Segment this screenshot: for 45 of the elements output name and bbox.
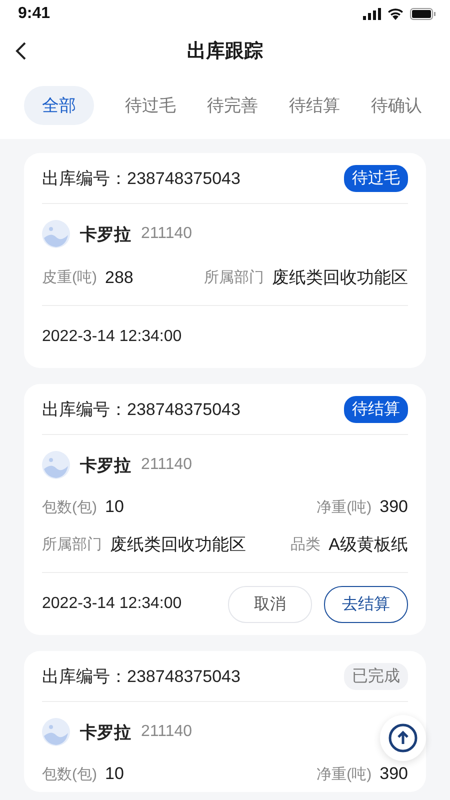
field-label: 所属部门 xyxy=(204,268,264,287)
field-label: 包数(包) xyxy=(42,764,97,784)
field-value: 废纸类回收功能区 xyxy=(272,267,408,289)
person-id: 211140 xyxy=(141,456,192,474)
person-name: 卡罗拉 xyxy=(80,224,131,246)
person-name: 卡罗拉 xyxy=(80,722,131,744)
status-badge: 已完成 xyxy=(344,662,408,690)
field-value: 废纸类回收功能区 xyxy=(110,534,246,556)
order-time: 2022-3-14 12:34:00 xyxy=(42,595,182,613)
field-label: 包数(包) xyxy=(42,498,97,516)
action-button[interactable]: 取消 xyxy=(228,586,312,622)
status-badge: 待过毛 xyxy=(344,164,408,192)
person-id: 211140 xyxy=(141,723,192,741)
wifi-icon xyxy=(387,8,404,20)
field-value: 390 xyxy=(380,764,408,784)
avatar-icon xyxy=(42,220,70,248)
field-value: 10 xyxy=(105,764,124,784)
avatar-icon xyxy=(42,451,70,479)
page-title: 出库跟踪 xyxy=(187,40,263,64)
signal-icon xyxy=(363,8,381,20)
order-number: 出库编号：238748375043 xyxy=(42,398,240,420)
filter-tab[interactable]: 待过毛 xyxy=(125,86,176,125)
field-label: 所属部门 xyxy=(42,535,102,554)
field-value: 288 xyxy=(105,268,134,288)
order-number: 出库编号：238748375043 xyxy=(42,168,240,190)
field-value: A级黄板纸 xyxy=(328,534,408,556)
action-button[interactable]: 去结算 xyxy=(324,586,408,622)
order-time: 2022-3-14 12:34:00 xyxy=(42,328,182,346)
field-label: 品类 xyxy=(290,535,321,554)
status-badge: 待结算 xyxy=(344,396,408,422)
field-label: 皮重(吨) xyxy=(42,268,97,287)
person-id: 211140 xyxy=(141,225,192,243)
field-label: 净重(吨) xyxy=(316,764,372,784)
field-label: 净重(吨) xyxy=(316,498,372,516)
status-time: 9:41 xyxy=(18,5,50,23)
order-number: 出库编号：238748375043 xyxy=(42,666,240,688)
filter-tab[interactable]: 待结算 xyxy=(289,86,340,125)
person-name: 卡罗拉 xyxy=(80,454,131,476)
filter-tab[interactable]: 待确认 xyxy=(371,86,422,125)
filter-tab[interactable]: 全部 xyxy=(24,86,94,125)
avatar-icon xyxy=(42,718,70,746)
field-value: 10 xyxy=(105,497,124,517)
battery-icon xyxy=(410,8,436,20)
field-value: 390 xyxy=(380,497,408,517)
filter-tab[interactable]: 待完善 xyxy=(207,86,258,125)
